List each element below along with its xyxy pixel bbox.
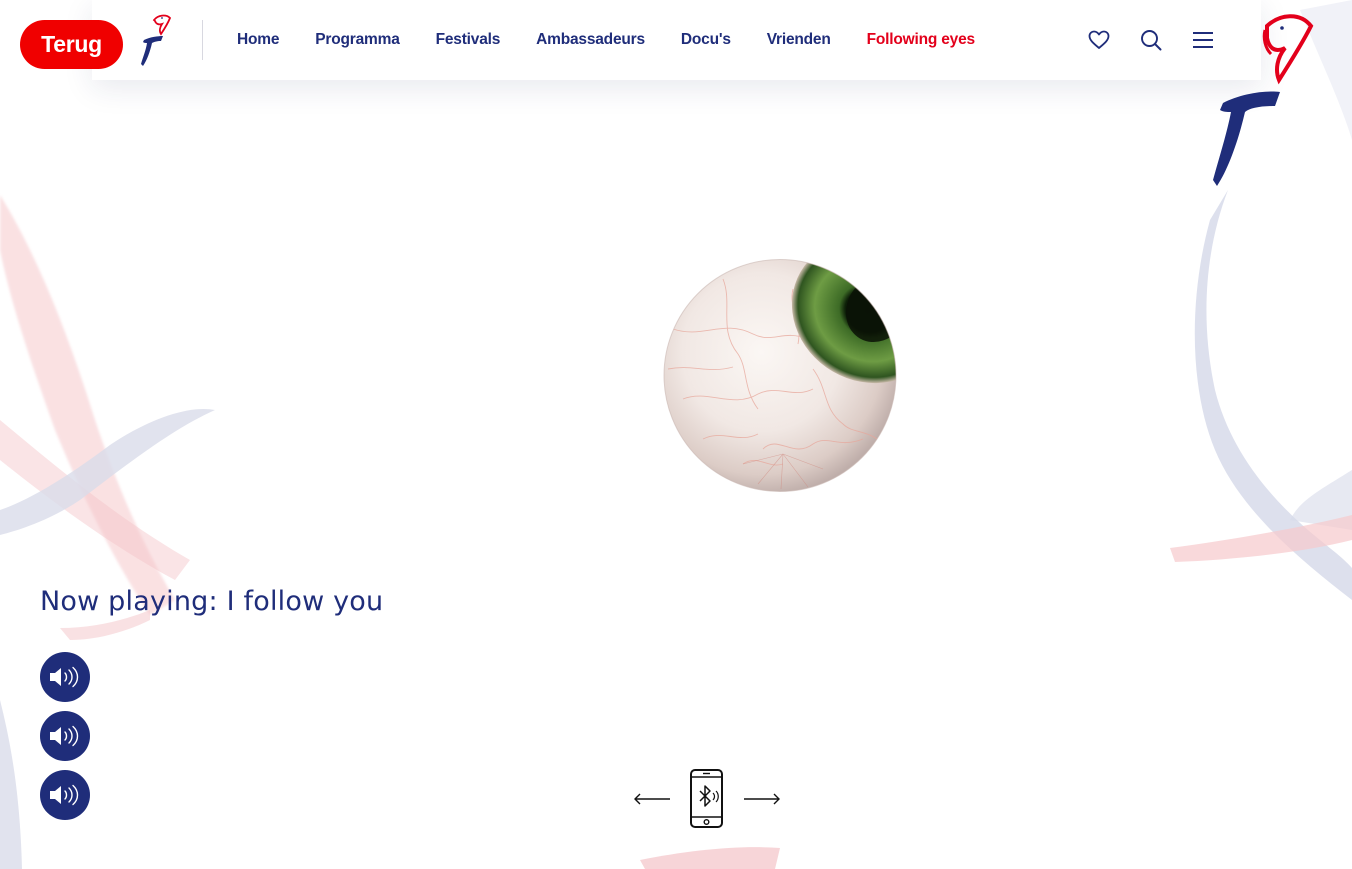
heart-icon [1088, 30, 1110, 49]
nav-item-ambassadeurs[interactable]: Ambassadeurs [536, 31, 645, 49]
bluetooth-phone-icon[interactable] [688, 768, 726, 830]
speaker-icon [50, 725, 79, 747]
sound-button-3[interactable] [40, 770, 90, 820]
search-button[interactable] [1138, 27, 1164, 53]
main-nav: Home Programma Festivals Ambassadeurs Do… [237, 0, 1011, 80]
nav-item-docus[interactable]: Docu's [681, 31, 731, 49]
page: Home Programma Festivals Ambassadeurs Do… [0, 0, 1352, 869]
nav-item-vrienden[interactable]: Vrienden [767, 31, 831, 49]
sound-button-2[interactable] [40, 711, 90, 761]
sound-button-1[interactable] [40, 652, 90, 702]
brand-logo-large [1213, 14, 1314, 186]
back-button[interactable]: Terug [20, 20, 123, 69]
arrow-right-icon[interactable] [742, 788, 782, 810]
nav-item-home[interactable]: Home [237, 31, 279, 49]
header-divider [202, 20, 203, 60]
search-icon [1141, 30, 1162, 51]
brand-logo[interactable] [138, 12, 172, 68]
speaker-icon [50, 784, 79, 806]
nav-item-following-eyes[interactable]: Following eyes [867, 31, 976, 49]
site-header: Home Programma Festivals Ambassadeurs Do… [92, 0, 1261, 80]
now-playing-text: Now playing: I follow you [40, 586, 384, 617]
nav-item-programma[interactable]: Programma [315, 31, 400, 49]
following-eye[interactable] [663, 259, 897, 492]
favorites-button[interactable] [1086, 27, 1112, 53]
bluetooth-device-nav [632, 768, 782, 830]
speaker-icon [50, 666, 79, 688]
nav-item-festivals[interactable]: Festivals [436, 31, 501, 49]
arrow-left-icon[interactable] [632, 788, 672, 810]
